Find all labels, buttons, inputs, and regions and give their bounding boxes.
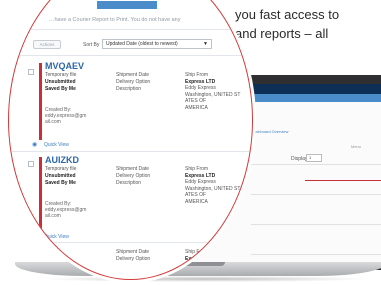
row-columns: Shipment Date Delivery Option Descriptio… [116, 166, 150, 187]
row-created-by: Created By: eddy.express@gm ail.com [45, 107, 86, 125]
row-divider [9, 151, 252, 152]
row-status-line: Saved By Me [45, 86, 76, 92]
row-columns: Shipment Date Delivery Option Descriptio… [116, 72, 150, 93]
chevron-down-icon: ▼ [203, 41, 208, 47]
eye-icon[interactable]: ◉ [32, 141, 37, 148]
magnified-view: …have a Courier Report to Print. You do … [9, 0, 252, 279]
magnifier-callout: …have a Courier Report to Print. You do … [8, 0, 253, 280]
sort-by-value: Updated Date (oldest to newest) [106, 41, 178, 47]
screen-divider [251, 254, 381, 255]
promo-line-2: and reports – all [235, 26, 329, 41]
row-checkbox[interactable] [28, 161, 34, 167]
row-status-line: Temporary file [45, 72, 77, 78]
row-status-line: Unsubmitted [45, 79, 76, 85]
ship-from-city: Washington, UNITED ST [185, 268, 241, 275]
toolbar-bottom-divider [9, 55, 252, 56]
magnified-tab-bar [97, 1, 157, 9]
quick-view-link[interactable]: Quick View [44, 142, 69, 148]
screen-divider [251, 224, 381, 225]
screen-display-select[interactable]: 1 [306, 154, 322, 162]
eye-icon[interactable]: ◉ [32, 233, 37, 240]
row-status-line: Temporary file [45, 166, 77, 172]
created-by-domain: ail.com [45, 213, 61, 219]
toolbar-divider [9, 29, 252, 30]
screen-divider [251, 194, 381, 195]
row-status-line: Unsubmitted [45, 173, 76, 179]
row-columns: Shipment Date Delivery Option [116, 249, 150, 263]
row-status-bar [39, 157, 42, 237]
ship-from-region: AMERICA [185, 198, 208, 205]
ship-from-region: AMERICA [185, 104, 208, 111]
accent-line [305, 180, 381, 181]
col-description: Description [116, 86, 142, 92]
screen-header-right[interactable]: Menu [351, 144, 361, 149]
screen-link[interactable]: Dashboard Overview [251, 129, 288, 134]
row-status: Temporary file Unsubmitted Saved By Me [45, 72, 76, 93]
row-status: Temporary file Unsubmitted Saved By Me [45, 166, 76, 187]
row-divider [9, 242, 252, 243]
col-delivery-option: Delivery Option [116, 256, 151, 262]
actions-button[interactable]: Actions [33, 40, 61, 49]
row-status-bar [39, 247, 42, 279]
col-description: Description [116, 180, 142, 186]
shipment-code-link[interactable]: MVQAEV [45, 61, 84, 71]
screen-divider [251, 164, 381, 165]
shipment-code-link[interactable]: AUIZKD [45, 155, 79, 165]
created-by-domain: ail.com [45, 119, 61, 125]
col-shipment-date: Shipment Date [116, 166, 150, 172]
row-ship-from: Ship From Express LTD Eddy Express Washi… [185, 166, 240, 205]
col-delivery-option: Delivery Option [116, 173, 151, 179]
promo-line-1: you fast access to [235, 7, 340, 22]
courier-report-notice: …have a Courier Report to Print. You do … [49, 17, 181, 23]
row-checkbox[interactable] [28, 69, 34, 75]
col-shipment-date: Shipment Date [116, 72, 150, 78]
promo-text: you fast access to and reports – all [235, 5, 381, 43]
quick-view-link[interactable]: Quick View [44, 234, 69, 240]
sort-by-select[interactable]: Updated Date (oldest to newest) ▼ [102, 39, 212, 49]
row-ship-from: Ship From Express LTD Eddy Express Washi… [185, 249, 240, 275]
row-status-bar [39, 63, 42, 140]
col-delivery-option: Delivery Option [116, 79, 151, 85]
sort-by-label: Sort By [83, 42, 100, 48]
row-created-by: Created By: eddy.express@gm ail.com [45, 201, 86, 219]
col-shipment-date: Shipment Date [116, 249, 150, 255]
row-status-line: Saved By Me [45, 180, 76, 186]
row-ship-from: Ship From Express LTD Eddy Express Washi… [185, 72, 240, 111]
